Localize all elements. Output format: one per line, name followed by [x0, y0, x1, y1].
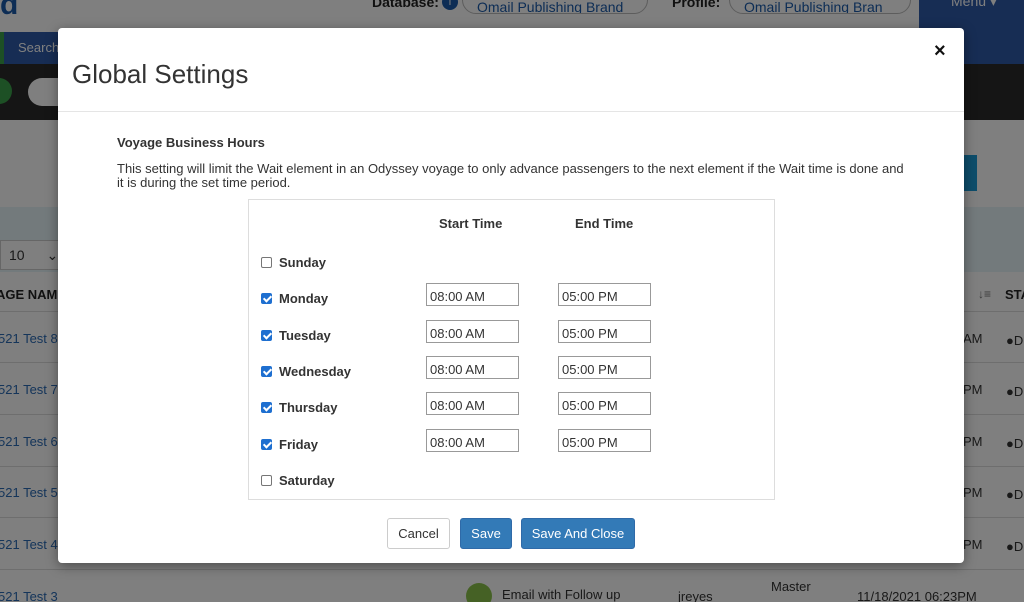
day-row-saturday: Saturday: [249, 471, 774, 491]
day-row-tuesday: Tuesday: [249, 320, 774, 346]
day-checkbox-thursday[interactable]: [261, 402, 272, 413]
day-label-monday: Monday: [279, 291, 329, 306]
day-row-thursday: Thursday: [249, 392, 774, 418]
day-row-monday: Monday: [249, 283, 774, 309]
end-time-input-wednesday[interactable]: [558, 356, 651, 379]
day-row-wednesday: Wednesday: [249, 356, 774, 382]
global-settings-modal: Global Settings × Voyage Business Hours …: [58, 28, 964, 563]
day-checkbox-wednesday[interactable]: [261, 366, 272, 377]
modal-title: Global Settings: [72, 59, 249, 89]
day-label-thursday: Thursday: [279, 400, 338, 415]
day-label-wednesday: Wednesday: [279, 364, 352, 379]
cancel-button[interactable]: Cancel: [387, 518, 450, 549]
day-label-saturday: Saturday: [279, 473, 335, 488]
end-time-header: End Time: [575, 216, 634, 231]
start-time-input-thursday[interactable]: [426, 392, 519, 415]
start-time-input-monday[interactable]: [426, 283, 519, 306]
modal-header-divider: [58, 111, 964, 112]
end-time-input-thursday[interactable]: [558, 392, 651, 415]
start-time-input-friday[interactable]: [426, 429, 519, 452]
day-checkbox-sunday[interactable]: [261, 257, 272, 268]
start-time-input-wednesday[interactable]: [426, 356, 519, 379]
day-checkbox-friday[interactable]: [261, 439, 272, 450]
end-time-input-friday[interactable]: [558, 429, 651, 452]
day-label-sunday: Sunday: [279, 255, 326, 270]
day-row-sunday: Sunday: [249, 253, 774, 273]
save-and-close-button[interactable]: Save And Close: [521, 518, 635, 549]
day-label-friday: Friday: [279, 437, 319, 452]
close-icon[interactable]: ×: [934, 41, 946, 61]
business-hours-table: Start Time End Time Sunday Monday Tuesda…: [248, 199, 775, 500]
section-title: Voyage Business Hours: [117, 135, 265, 150]
start-time-header: Start Time: [439, 216, 503, 231]
day-row-friday: Friday: [249, 429, 774, 455]
day-checkbox-monday[interactable]: [261, 293, 272, 304]
day-checkbox-tuesday[interactable]: [261, 330, 272, 341]
end-time-input-tuesday[interactable]: [558, 320, 651, 343]
day-label-tuesday: Tuesday: [279, 328, 331, 343]
save-button[interactable]: Save: [460, 518, 512, 549]
section-description: This setting will limit the Wait element…: [117, 161, 904, 190]
day-checkbox-saturday[interactable]: [261, 475, 272, 486]
end-time-input-monday[interactable]: [558, 283, 651, 306]
start-time-input-tuesday[interactable]: [426, 320, 519, 343]
